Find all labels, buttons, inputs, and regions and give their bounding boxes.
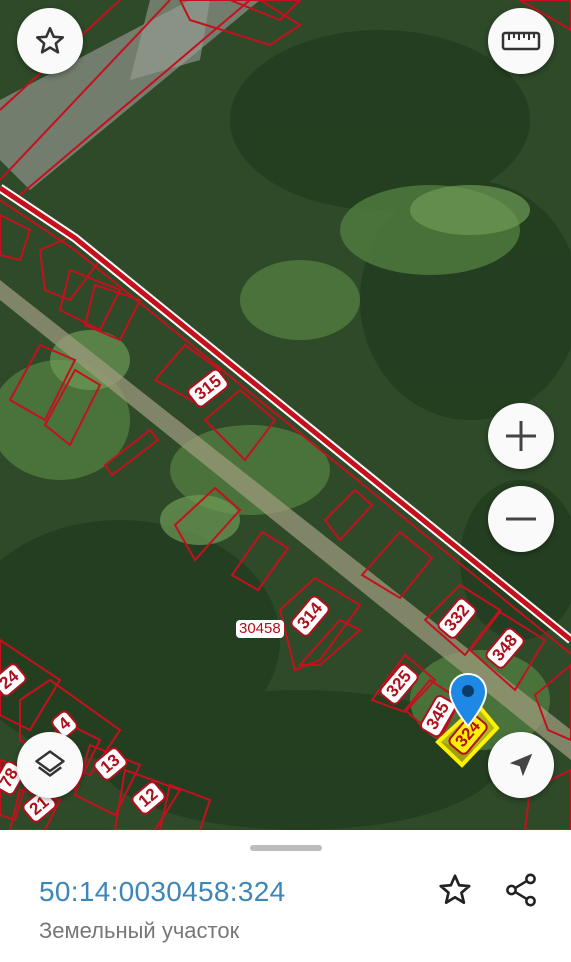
map-view[interactable]: 315 314 332 348 325 345 324 12 13 4 24 7…: [0, 0, 571, 830]
cadastral-block-label: 30458: [236, 620, 284, 638]
sheet-drag-handle[interactable]: [250, 845, 322, 851]
ruler-icon: [501, 31, 541, 51]
ruler-button[interactable]: [488, 8, 554, 74]
zoom-out-button[interactable]: [488, 486, 554, 552]
object-type: Земельный участок: [39, 918, 240, 943]
favorite-map-button[interactable]: [17, 8, 83, 74]
zoom-in-button[interactable]: [488, 403, 554, 469]
star-outline-icon: [35, 26, 65, 54]
share-icon: [506, 873, 536, 907]
my-location-button[interactable]: [488, 732, 554, 798]
location-pin-icon: [448, 672, 488, 728]
star-outline-icon: [439, 874, 471, 905]
share-button[interactable]: [499, 868, 543, 912]
plus-icon: [506, 421, 536, 451]
favorite-button[interactable]: [433, 868, 477, 912]
cadastral-number[interactable]: 50:14:0030458:324: [39, 876, 285, 908]
layers-icon: [35, 750, 65, 777]
info-bottom-sheet[interactable]: 50:14:0030458:324 Земельный участок: [0, 830, 571, 962]
navigation-arrow-icon: [509, 753, 533, 777]
minus-icon: [506, 517, 536, 521]
layers-button[interactable]: [17, 732, 83, 798]
